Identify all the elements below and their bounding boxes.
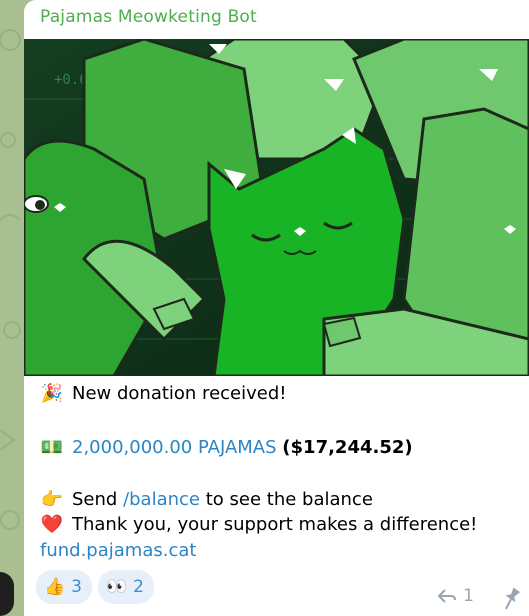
reply-count: 1 bbox=[463, 586, 474, 606]
instruction-prefix: Send bbox=[72, 489, 124, 510]
message-meta[interactable]: 1 bbox=[437, 586, 474, 606]
donation-amount-link[interactable]: 2,000,000.00 PAJAMAS bbox=[72, 437, 277, 458]
reaction-eyes[interactable]: 👀 2 bbox=[98, 570, 154, 604]
red-heart-icon: ❤️ bbox=[40, 514, 64, 535]
fund-link[interactable]: fund.pajamas.cat bbox=[40, 540, 196, 561]
sender-name[interactable]: Pajamas Meowketing Bot bbox=[40, 7, 257, 27]
money-bag-icon: 💵 bbox=[40, 437, 64, 458]
reaction-thumbs-up[interactable]: 👍 3 bbox=[36, 570, 92, 604]
pointing-hand-icon: 👉 bbox=[40, 489, 64, 510]
reply-arrow-icon bbox=[437, 589, 457, 603]
donation-amount-line: 💵 2,000,000.00 PAJAMAS ($17,244.52) bbox=[40, 437, 413, 458]
eyes-icon: 👀 bbox=[106, 577, 128, 597]
thank-you-text: Thank you, your support makes a differen… bbox=[72, 514, 478, 535]
donation-header-line: 🎉 New donation received! bbox=[40, 383, 287, 404]
donation-usd-value: ($17,244.52) bbox=[282, 437, 413, 458]
message-image[interactable]: +0.604 731910 bbox=[24, 39, 529, 376]
fund-link-line: fund.pajamas.cat bbox=[40, 540, 196, 561]
instruction-suffix: to see the balance bbox=[200, 489, 373, 510]
pin-icon[interactable] bbox=[498, 585, 524, 611]
message-bubble: Pajamas Meowketing Bot +0.604 731910 bbox=[24, 0, 529, 616]
balance-command-link[interactable]: /balance bbox=[123, 489, 200, 510]
reaction-count: 2 bbox=[133, 577, 144, 597]
reaction-count: 3 bbox=[71, 577, 82, 597]
thank-you-line: ❤️ Thank you, your support makes a differ… bbox=[40, 514, 478, 535]
donation-title: New donation received! bbox=[72, 383, 287, 404]
cats-hugging-illustration: +0.604 731910 bbox=[24, 39, 529, 376]
party-popper-icon: 🎉 bbox=[40, 383, 64, 404]
thumbs-up-icon: 👍 bbox=[44, 577, 66, 597]
reactions-bar: 👍 3 👀 2 bbox=[36, 570, 154, 604]
balance-instruction-line: 👉 Send /balance to see the balance bbox=[40, 489, 373, 510]
